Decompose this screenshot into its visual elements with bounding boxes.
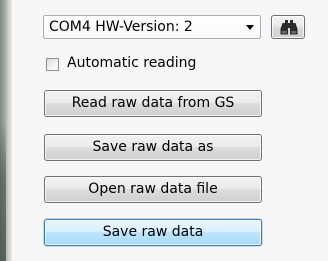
port-selector-dropdown[interactable]: COM4 HW-Version: 2 xyxy=(43,15,261,39)
save-raw-data-button[interactable]: Save raw data xyxy=(44,219,262,246)
save-raw-data-as-button[interactable]: Save raw data as xyxy=(44,134,262,161)
port-selector-value: COM4 HW-Version: 2 xyxy=(49,19,193,35)
chevron-down-icon[interactable] xyxy=(246,25,254,30)
automatic-reading-checkbox[interactable] xyxy=(46,58,59,71)
read-raw-data-button[interactable]: Read raw data from GS xyxy=(44,90,262,117)
window-left-edge-shadow xyxy=(0,120,6,261)
window-left-edge xyxy=(0,0,12,261)
find-device-button[interactable] xyxy=(271,15,305,39)
automatic-reading-label[interactable]: Automatic reading xyxy=(67,55,196,71)
binoculars-icon xyxy=(280,20,298,35)
open-raw-data-file-button[interactable]: Open raw data file xyxy=(44,176,262,203)
